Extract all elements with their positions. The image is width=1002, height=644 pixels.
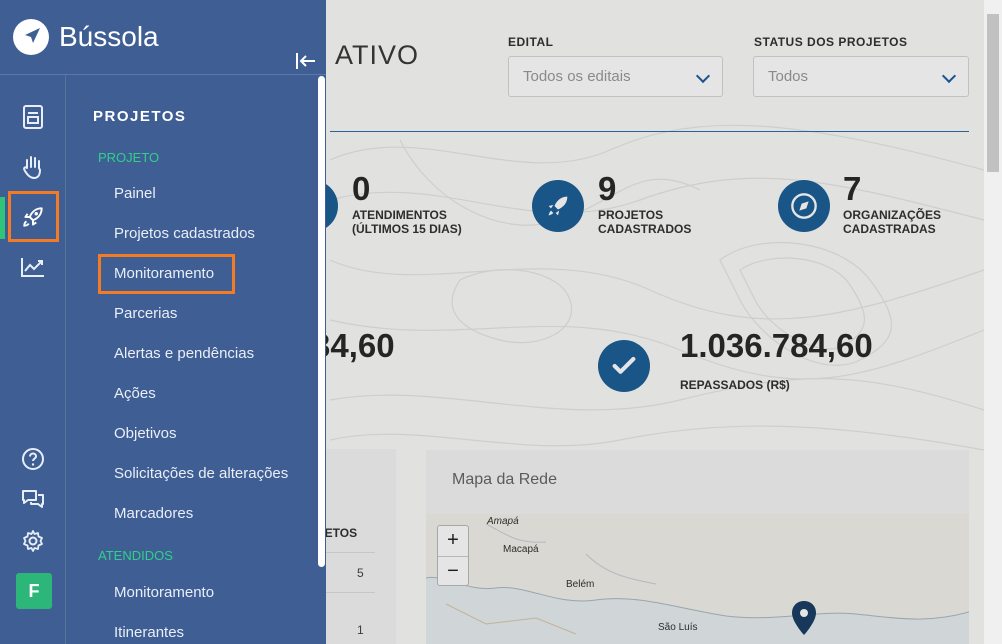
active-indicator [0, 197, 5, 239]
sidebar: Bússola F PROJETOS PROJETO Painel Projet… [0, 0, 326, 644]
collapse-sidebar-icon[interactable] [295, 51, 317, 71]
menu-item-alertas[interactable]: Alertas e pendências [114, 345, 254, 362]
page-scrollbar-thumb[interactable] [987, 14, 999, 172]
brand-name: Bússola [59, 21, 159, 52]
menu-scrollbar[interactable] [317, 75, 326, 644]
rail-chat[interactable] [13, 479, 53, 519]
menu-item-solicitacoes[interactable]: Solicitações de alterações [114, 465, 288, 482]
rocket-highlight-box [8, 191, 59, 242]
menu-item-parcerias[interactable]: Parcerias [114, 305, 177, 322]
gear-icon [23, 530, 43, 552]
menu-item-itinerantes[interactable]: Itinerantes [114, 624, 184, 641]
menu-scrollbar-thumb[interactable] [318, 76, 325, 567]
menu-item-marcadores[interactable]: Marcadores [114, 505, 193, 522]
rail-help[interactable] [13, 439, 53, 479]
menu-item-projetos-cadastrados[interactable]: Projetos cadastrados [114, 225, 255, 242]
page-scrollbar[interactable] [984, 0, 1002, 644]
compass-logo-icon [13, 19, 49, 55]
menu-heading: PROJETOS [93, 108, 187, 125]
chat-icon [22, 490, 44, 508]
user-avatar[interactable]: F [16, 573, 52, 609]
hand-icon [23, 156, 42, 180]
projects-menu: PROJETOS PROJETO Painel Projetos cadastr… [67, 75, 317, 644]
icon-rail: F [0, 75, 66, 644]
menu-item-objetivos[interactable]: Objetivos [114, 425, 177, 442]
rail-settings[interactable] [13, 521, 53, 561]
help-icon [22, 448, 44, 470]
monitoramento-highlight-box [98, 254, 235, 294]
rail-attendances[interactable] [13, 147, 53, 187]
menu-group-atendidos: ATENDIDOS [98, 548, 173, 563]
brand-header: Bússola [0, 0, 326, 75]
rail-documents[interactable] [13, 97, 53, 137]
menu-item-painel[interactable]: Painel [114, 185, 156, 202]
menu-item-acoes[interactable]: Ações [114, 385, 156, 402]
rail-indicators[interactable] [13, 247, 53, 287]
document-icon [23, 105, 43, 129]
chart-icon [21, 258, 44, 277]
menu-item-atendidos-monitoramento[interactable]: Monitoramento [114, 584, 214, 601]
menu-group-projeto: PROJETO [98, 150, 160, 165]
